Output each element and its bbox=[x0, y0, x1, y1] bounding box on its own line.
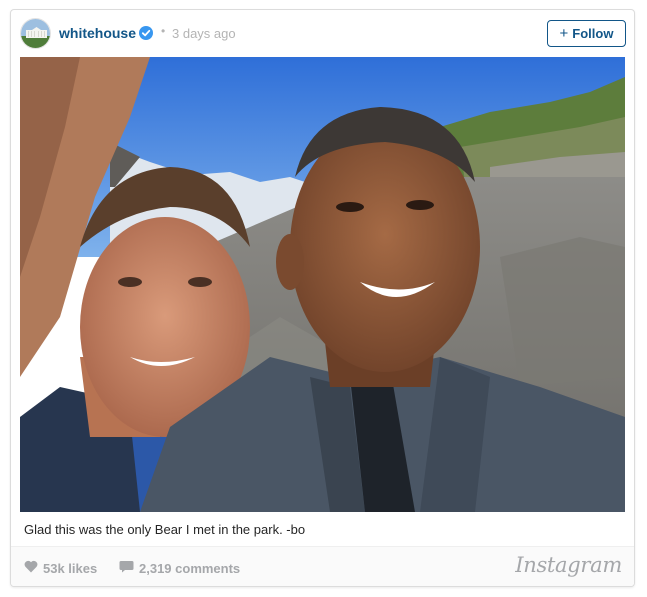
plus-icon: + bbox=[559, 25, 569, 42]
avatar-image bbox=[21, 19, 50, 48]
likes-count[interactable]: 53k likes bbox=[24, 560, 97, 576]
comments-count[interactable]: 2,319 comments bbox=[119, 560, 240, 576]
follow-button-label: Follow bbox=[572, 26, 614, 41]
selfie-photo-illustration bbox=[20, 57, 625, 512]
username-link[interactable]: whitehouse bbox=[59, 25, 136, 41]
post-photo[interactable] bbox=[20, 57, 625, 512]
comments-label: 2,319 comments bbox=[139, 560, 241, 576]
profile-avatar[interactable] bbox=[20, 18, 51, 49]
verified-badge-icon bbox=[139, 26, 153, 40]
comment-bubble-icon bbox=[119, 560, 139, 576]
post-caption: Glad this was the only Bear I met in the… bbox=[24, 522, 306, 537]
instagram-logo[interactable]: Instagram bbox=[515, 553, 622, 577]
follow-button[interactable]: + Follow bbox=[547, 20, 626, 47]
heart-icon bbox=[24, 560, 43, 576]
post-footer: 53k likes 2,319 comments Instagram bbox=[11, 546, 634, 586]
post-header: whitehouse • 3 days ago + Follow bbox=[11, 10, 634, 57]
likes-label: 53k likes bbox=[43, 560, 98, 576]
separator-dot: • bbox=[161, 24, 166, 38]
instagram-embed-card: whitehouse • 3 days ago + Follow Glad th… bbox=[10, 9, 635, 587]
post-timestamp[interactable]: 3 days ago bbox=[172, 26, 236, 41]
